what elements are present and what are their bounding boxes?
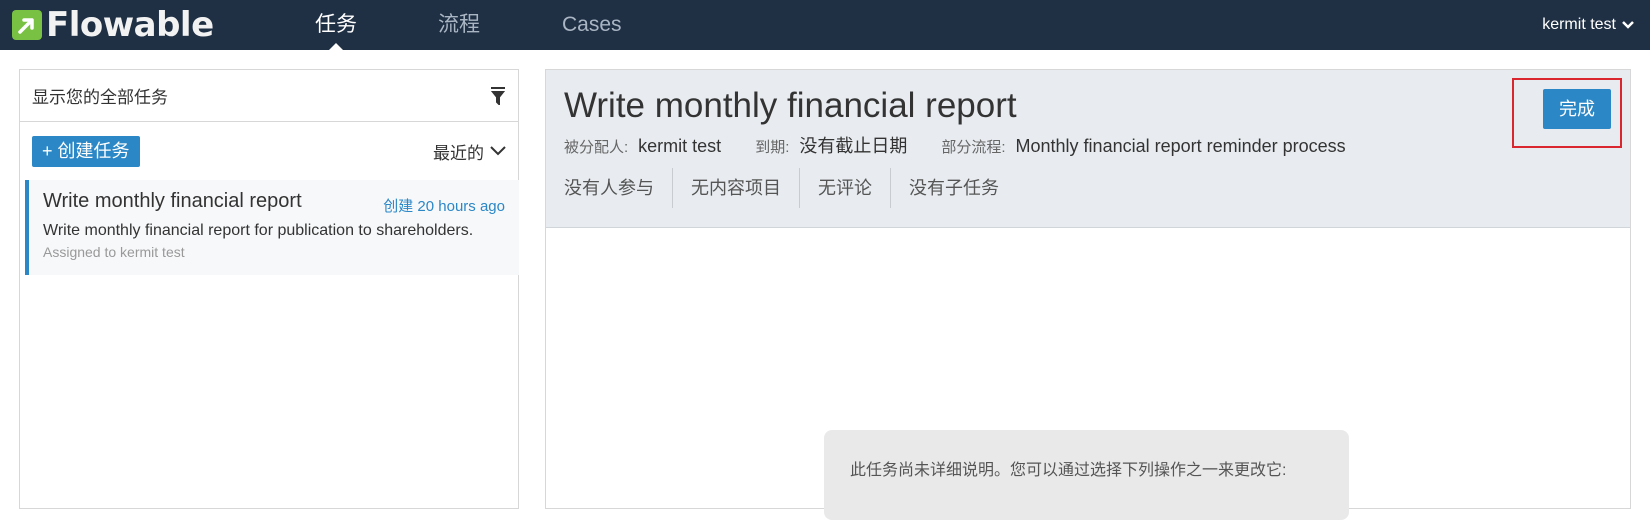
task-actions-row: + 创建任务 最近的 [20, 122, 518, 180]
logo-mark-icon [12, 10, 42, 40]
process-label: 部分流程: [941, 139, 1006, 156]
nav-tab-label: 流程 [438, 13, 480, 36]
task-detail-title: Write monthly financial report [564, 86, 1017, 125]
task-filter-bar[interactable]: 显示您的全部任务 [20, 70, 518, 122]
logo-text: Flowable [46, 5, 214, 45]
user-name: kermit test [1542, 16, 1616, 33]
complete-button[interactable]: 完成 [1543, 89, 1611, 129]
process-link[interactable]: Monthly financial report reminder proces… [1016, 136, 1346, 157]
filter-icon[interactable] [490, 86, 506, 105]
flowable-logo[interactable]: Flowable [12, 5, 214, 45]
assignee-value[interactable]: kermit test [638, 136, 721, 157]
tab-content[interactable]: 无内容项目 [672, 168, 799, 208]
sort-label: 最近的 [433, 143, 484, 163]
task-assignee: Assigned to kermit test [43, 244, 185, 260]
empty-description-note: 此任务尚未详细说明。您可以通过选择下列操作之一来更改它: [824, 430, 1349, 520]
nav-tab-cases[interactable]: Cases [562, 0, 622, 50]
nav-tab-processes[interactable]: 流程 [438, 0, 480, 50]
chevron-down-icon [1622, 21, 1634, 29]
create-task-button[interactable]: + 创建任务 [32, 135, 140, 167]
nav-tab-tasks[interactable]: 任务 [315, 0, 357, 51]
task-description: Write monthly financial report for publi… [43, 222, 474, 239]
sort-dropdown[interactable]: 最近的 [433, 139, 506, 164]
assignee-label: 被分配人: [564, 139, 629, 156]
chevron-down-icon [490, 146, 506, 156]
nav-tab-label: Cases [562, 13, 622, 36]
tab-comments[interactable]: 无评论 [799, 168, 890, 208]
nav-tab-label: 任务 [315, 13, 357, 36]
task-detail-header: Write monthly financial report 被分配人: ker… [546, 70, 1630, 228]
filter-label: 显示您的全部任务 [32, 88, 168, 107]
task-detail-panel: Write monthly financial report 被分配人: ker… [545, 69, 1631, 520]
tab-people[interactable]: 没有人参与 [564, 168, 672, 208]
task-list-panel: 显示您的全部任务 + 创建任务 最近的 Write monthly financ… [19, 69, 519, 509]
top-navbar: Flowable 任务 流程 Cases kermit test [0, 0, 1650, 51]
due-label: 到期: [755, 139, 790, 156]
user-menu[interactable]: kermit test [1542, 0, 1634, 50]
task-meta-row: 被分配人: kermit test 到期: 没有截止日期 部分流程: Month… [564, 132, 1346, 158]
due-value[interactable]: 没有截止日期 [799, 132, 907, 158]
active-tab-indicator [328, 43, 344, 51]
tab-subtasks[interactable]: 没有子任务 [890, 168, 1017, 208]
task-sub-tabs: 没有人参与 无内容项目 无评论 没有子任务 [564, 168, 1017, 208]
list-item[interactable]: Write monthly financial report 创建 20 hou… [25, 180, 519, 275]
task-created-time: 创建 20 hours ago [383, 198, 505, 215]
